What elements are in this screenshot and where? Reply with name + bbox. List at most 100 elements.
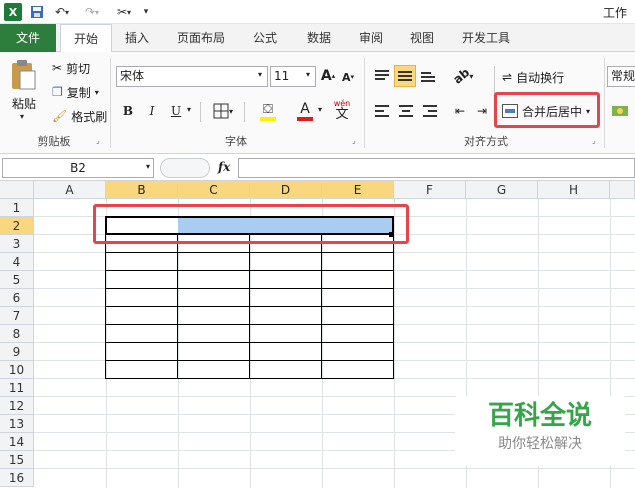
redo-icon[interactable]: ↷ ▾: [80, 3, 104, 21]
cut-button[interactable]: ✂ 剪切: [52, 60, 90, 76]
orientation-button[interactable]: ab ▾: [448, 65, 478, 87]
tab-view[interactable]: 视图: [401, 24, 443, 52]
phonetic-guide-button[interactable]: wén 文: [328, 96, 356, 124]
name-box-dropdown-icon[interactable]: ▾: [146, 162, 150, 171]
row-header[interactable]: 7: [0, 307, 34, 325]
ribbon-tabs: 文件 开始 插入 页面布局 公式 数据 审阅 视图 开发工具: [0, 24, 635, 53]
row-header[interactable]: 3: [0, 235, 34, 253]
tab-home[interactable]: 开始: [60, 24, 112, 53]
column-header-b[interactable]: B: [106, 181, 178, 199]
font-size-dropdown-icon[interactable]: ▾: [306, 70, 310, 79]
row-header[interactable]: 15: [0, 451, 34, 469]
watermark-title: 百科全说: [487, 401, 592, 431]
row-header[interactable]: 16: [0, 469, 34, 487]
row-header[interactable]: 4: [0, 253, 34, 271]
separator: [604, 58, 605, 148]
tab-developer[interactable]: 开发工具: [456, 24, 516, 52]
tab-formulas[interactable]: 公式: [244, 24, 286, 52]
font-group-label: 字体: [225, 135, 247, 148]
underline-dropdown-icon[interactable]: ▾: [187, 105, 191, 114]
number-format-select[interactable]: 常规: [607, 66, 635, 87]
font-color-dropdown-icon[interactable]: ▾: [318, 105, 322, 114]
font-name-select[interactable]: 宋体: [116, 66, 268, 87]
paste-icon[interactable]: [6, 58, 40, 92]
save-icon[interactable]: [28, 3, 46, 21]
row-header[interactable]: 9: [0, 343, 34, 361]
column-header-f[interactable]: F: [394, 181, 466, 199]
font-color-button[interactable]: A: [288, 98, 322, 124]
decrease-indent-button[interactable]: ⇤: [450, 100, 470, 122]
row-header[interactable]: 2: [0, 217, 34, 235]
row-header[interactable]: 13: [0, 415, 34, 433]
insert-function-button[interactable]: fx: [218, 160, 230, 174]
row-header[interactable]: 10: [0, 361, 34, 379]
column-header-g[interactable]: G: [466, 181, 538, 199]
paste-dropdown-icon[interactable]: ▾: [20, 112, 24, 121]
tab-page-layout[interactable]: 页面布局: [170, 24, 232, 52]
column-header-h[interactable]: H: [538, 181, 610, 199]
column-header-e[interactable]: E: [322, 181, 394, 199]
align-center-icon: [399, 105, 413, 117]
grow-font-button[interactable]: A ▴: [320, 66, 336, 86]
alignment-launcher-icon[interactable]: ⌟: [592, 136, 596, 145]
borders-button[interactable]: ▾: [208, 100, 238, 122]
copy-button[interactable]: ❐ 复制 ▾: [52, 84, 99, 100]
shrink-font-button[interactable]: A ▾: [340, 68, 356, 86]
format-painter-button[interactable]: 🖌 格式刷: [52, 108, 107, 124]
row-header[interactable]: 11: [0, 379, 34, 397]
align-bottom-button[interactable]: [418, 66, 438, 86]
align-top-button[interactable]: [372, 66, 392, 86]
clipboard-launcher-icon[interactable]: ⌟: [96, 136, 100, 145]
accounting-format-icon[interactable]: [610, 100, 632, 122]
row-header[interactable]: 5: [0, 271, 34, 289]
formula-bar-handle[interactable]: [160, 158, 210, 178]
row-header[interactable]: 14: [0, 433, 34, 451]
wrap-text-button[interactable]: ⇌ 自动换行: [502, 67, 564, 87]
tab-insert[interactable]: 插入: [115, 24, 159, 52]
tab-data[interactable]: 数据: [298, 24, 340, 52]
column-header-next[interactable]: [610, 181, 635, 199]
row-header[interactable]: 1: [0, 199, 34, 217]
watermark: 百科全说 助你轻松解决: [455, 396, 625, 466]
formula-input[interactable]: [238, 158, 635, 178]
separator: [364, 58, 365, 148]
align-left-button[interactable]: [372, 100, 392, 122]
title-bar: X ↶ ▾ ↷ ▾ ✂ ▾ ▾ 工作: [0, 0, 635, 24]
align-bottom-icon: [421, 72, 435, 82]
undo-icon[interactable]: ↶ ▾: [50, 3, 74, 21]
align-right-button[interactable]: [420, 100, 440, 122]
tab-review[interactable]: 审阅: [350, 24, 392, 52]
font-launcher-icon[interactable]: ⌟: [352, 136, 356, 145]
column-header-a[interactable]: A: [34, 181, 106, 199]
bold-button[interactable]: B: [118, 100, 138, 122]
row-header[interactable]: 8: [0, 325, 34, 343]
brush-icon: 🖌: [52, 109, 68, 123]
italic-button[interactable]: I: [142, 100, 162, 122]
selection-highlight: [93, 204, 409, 244]
align-middle-button[interactable]: [394, 65, 416, 87]
window-title: 工作: [603, 6, 628, 20]
row-header[interactable]: 12: [0, 397, 34, 415]
excel-logo-icon: X: [4, 3, 22, 21]
tools-icon[interactable]: ✂ ▾: [110, 3, 138, 21]
row-header[interactable]: 6: [0, 289, 34, 307]
separator: [244, 102, 245, 122]
tab-file[interactable]: 文件: [0, 24, 56, 52]
align-center-button[interactable]: [396, 100, 416, 122]
formula-bar: B2 ▾ fx: [0, 155, 635, 181]
decrease-indent-icon: ⇤: [454, 104, 466, 118]
scissors-icon: ✂: [52, 61, 63, 75]
orientation-icon: ab: [450, 65, 472, 87]
select-all-corner[interactable]: [0, 181, 34, 199]
increase-indent-button[interactable]: ⇥: [472, 100, 492, 122]
watermark-subtitle: 助你轻松解决: [498, 436, 582, 452]
customize-qat-icon[interactable]: ▾: [140, 3, 152, 21]
column-header-c[interactable]: C: [178, 181, 250, 199]
font-name-dropdown-icon[interactable]: ▾: [258, 70, 262, 79]
name-box[interactable]: B2: [2, 158, 154, 178]
copy-icon: ❐: [52, 85, 63, 99]
column-header-d[interactable]: D: [250, 181, 322, 199]
fill-color-button[interactable]: ⛋: [250, 98, 286, 124]
underline-button[interactable]: U: [166, 100, 186, 122]
paste-button[interactable]: 粘贴: [12, 95, 36, 112]
